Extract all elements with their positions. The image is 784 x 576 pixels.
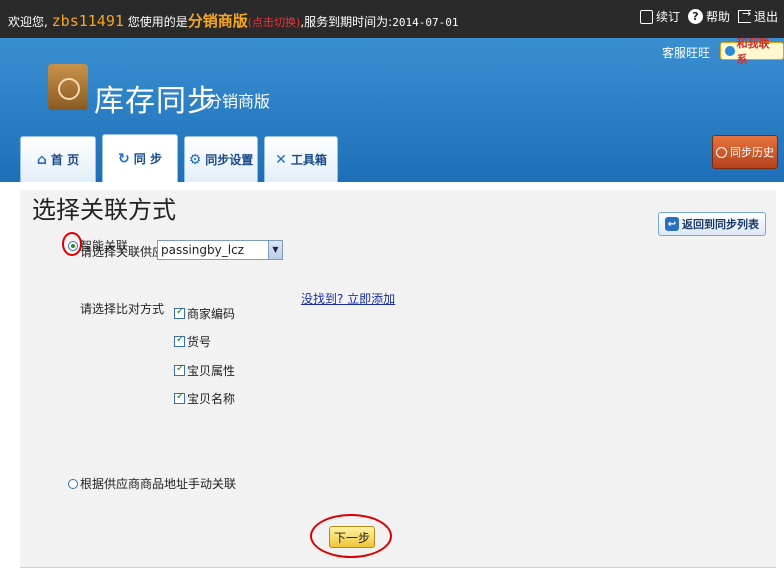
smart-link-radio[interactable] <box>68 240 78 251</box>
contact-label: 和我联系 <box>736 37 770 66</box>
logo-title: 库存同步 <box>94 84 218 119</box>
wangwang-icon <box>725 46 735 56</box>
clipboard-icon <box>639 9 653 24</box>
top-links: 续订 ? 帮助 退出 <box>639 7 778 25</box>
order-link[interactable]: 续订 <box>639 8 680 25</box>
top-bar: 欢迎您, zbs11491 您使用的是分销商版(点击切换),服务到期时间为:20… <box>0 0 784 38</box>
back-to-sync-list-button[interactable]: ↩ 返回到同步列表 <box>658 212 766 236</box>
refresh-icon: ↻ <box>118 150 130 167</box>
supplier-select[interactable]: passingby_lcz ▼ <box>157 240 283 260</box>
supplier-value: passingby_lcz <box>161 243 244 257</box>
tab-sync-settings-label: 同步设置 <box>205 153 254 167</box>
compare-option[interactable]: 货号 <box>174 333 211 350</box>
compare-checkbox[interactable] <box>174 306 185 319</box>
compare-option-label: 商家编码 <box>187 307 236 321</box>
edition-label: 分销商版 <box>187 12 248 30</box>
sync-history-label: 同步历史 <box>730 146 774 159</box>
welcome-prefix: 欢迎您, <box>8 15 48 29</box>
help-label: 帮助 <box>705 10 730 24</box>
service-prefix: ,服务到期时间为: <box>300 15 393 29</box>
back-button-label: 返回到同步列表 <box>682 218 759 231</box>
tab-sync[interactable]: ↻ 同 步 <box>102 134 178 182</box>
compare-option-label: 宝贝属性 <box>187 364 236 378</box>
next-step-button[interactable]: 下一步 <box>329 526 375 548</box>
exit-icon <box>737 7 751 23</box>
bottom-divider <box>20 567 776 568</box>
service-label: 客服旺旺 <box>662 46 711 60</box>
compare-option[interactable]: 商家编码 <box>174 305 235 322</box>
header: 库存同步 分销商版 客服旺旺 和我联系 ⌂ 首 页 ↻ 同 步 ⚙ 同步设置 ✕… <box>0 37 784 182</box>
manual-link-option[interactable]: 根据供应商商品地址手动关联 <box>68 475 236 492</box>
chevron-down-icon: ▼ <box>268 241 282 259</box>
switch-edition-link[interactable]: (点击切换) <box>248 16 301 29</box>
contact-button[interactable]: 和我联系 <box>720 37 784 66</box>
sync-history-button[interactable]: 同步历史 <box>712 135 778 169</box>
compare-checkbox[interactable] <box>174 334 185 347</box>
question-icon: ? <box>687 9 703 24</box>
box-logo-icon <box>48 64 88 110</box>
wrench-icon: ✕ <box>275 151 287 168</box>
page-title: 选择关联方式 <box>32 196 176 224</box>
logo-subtitle: 分销商版 <box>206 92 271 111</box>
tab-sync-settings[interactable]: ⚙ 同步设置 <box>184 136 258 182</box>
logout-link[interactable]: 退出 <box>737 7 778 25</box>
welcome-text: 欢迎您, zbs11491 您使用的是分销商版(点击切换),服务到期时间为:20… <box>8 10 458 31</box>
using-text: 您使用的是 <box>127 15 188 29</box>
compare-checkbox[interactable] <box>174 363 185 376</box>
compare-checkbox[interactable] <box>174 391 185 404</box>
tab-home[interactable]: ⌂ 首 页 <box>20 136 96 182</box>
tab-home-label: 首 页 <box>50 153 80 167</box>
help-link[interactable]: ? 帮助 <box>687 8 730 25</box>
tab-toolbox-label: 工具箱 <box>290 153 327 167</box>
compare-option-label: 宝贝名称 <box>187 392 236 406</box>
tab-toolbox[interactable]: ✕ 工具箱 <box>264 136 338 182</box>
username: zbs11491 <box>51 12 124 30</box>
main-content: 选择关联方式 ↩ 返回到同步列表 智能关联 请选择关联供应商 passingby… <box>20 190 776 568</box>
tab-sync-label: 同 步 <box>133 152 162 166</box>
expire-date: 2014-07-01 <box>392 16 459 29</box>
home-icon: ⌂ <box>36 151 47 168</box>
compare-option[interactable]: 宝贝名称 <box>174 390 235 407</box>
gear-icon: ⚙ <box>188 151 202 168</box>
compare-option-label: 货号 <box>187 335 212 349</box>
order-label: 续订 <box>655 10 680 24</box>
compare-option[interactable]: 宝贝属性 <box>174 362 235 379</box>
manual-link-label: 根据供应商商品地址手动关联 <box>80 477 237 491</box>
back-arrow-icon: ↩ <box>665 217 679 231</box>
add-supplier-link[interactable]: 没找到? 立即添加 <box>301 290 395 307</box>
manual-link-radio[interactable] <box>68 478 78 489</box>
compare-prompt: 请选择比对方式 <box>80 302 165 316</box>
logout-label: 退出 <box>753 10 778 24</box>
main-tabs: ⌂ 首 页 ↻ 同 步 ⚙ 同步设置 ✕ 工具箱 <box>20 134 338 182</box>
clock-icon <box>716 146 727 158</box>
